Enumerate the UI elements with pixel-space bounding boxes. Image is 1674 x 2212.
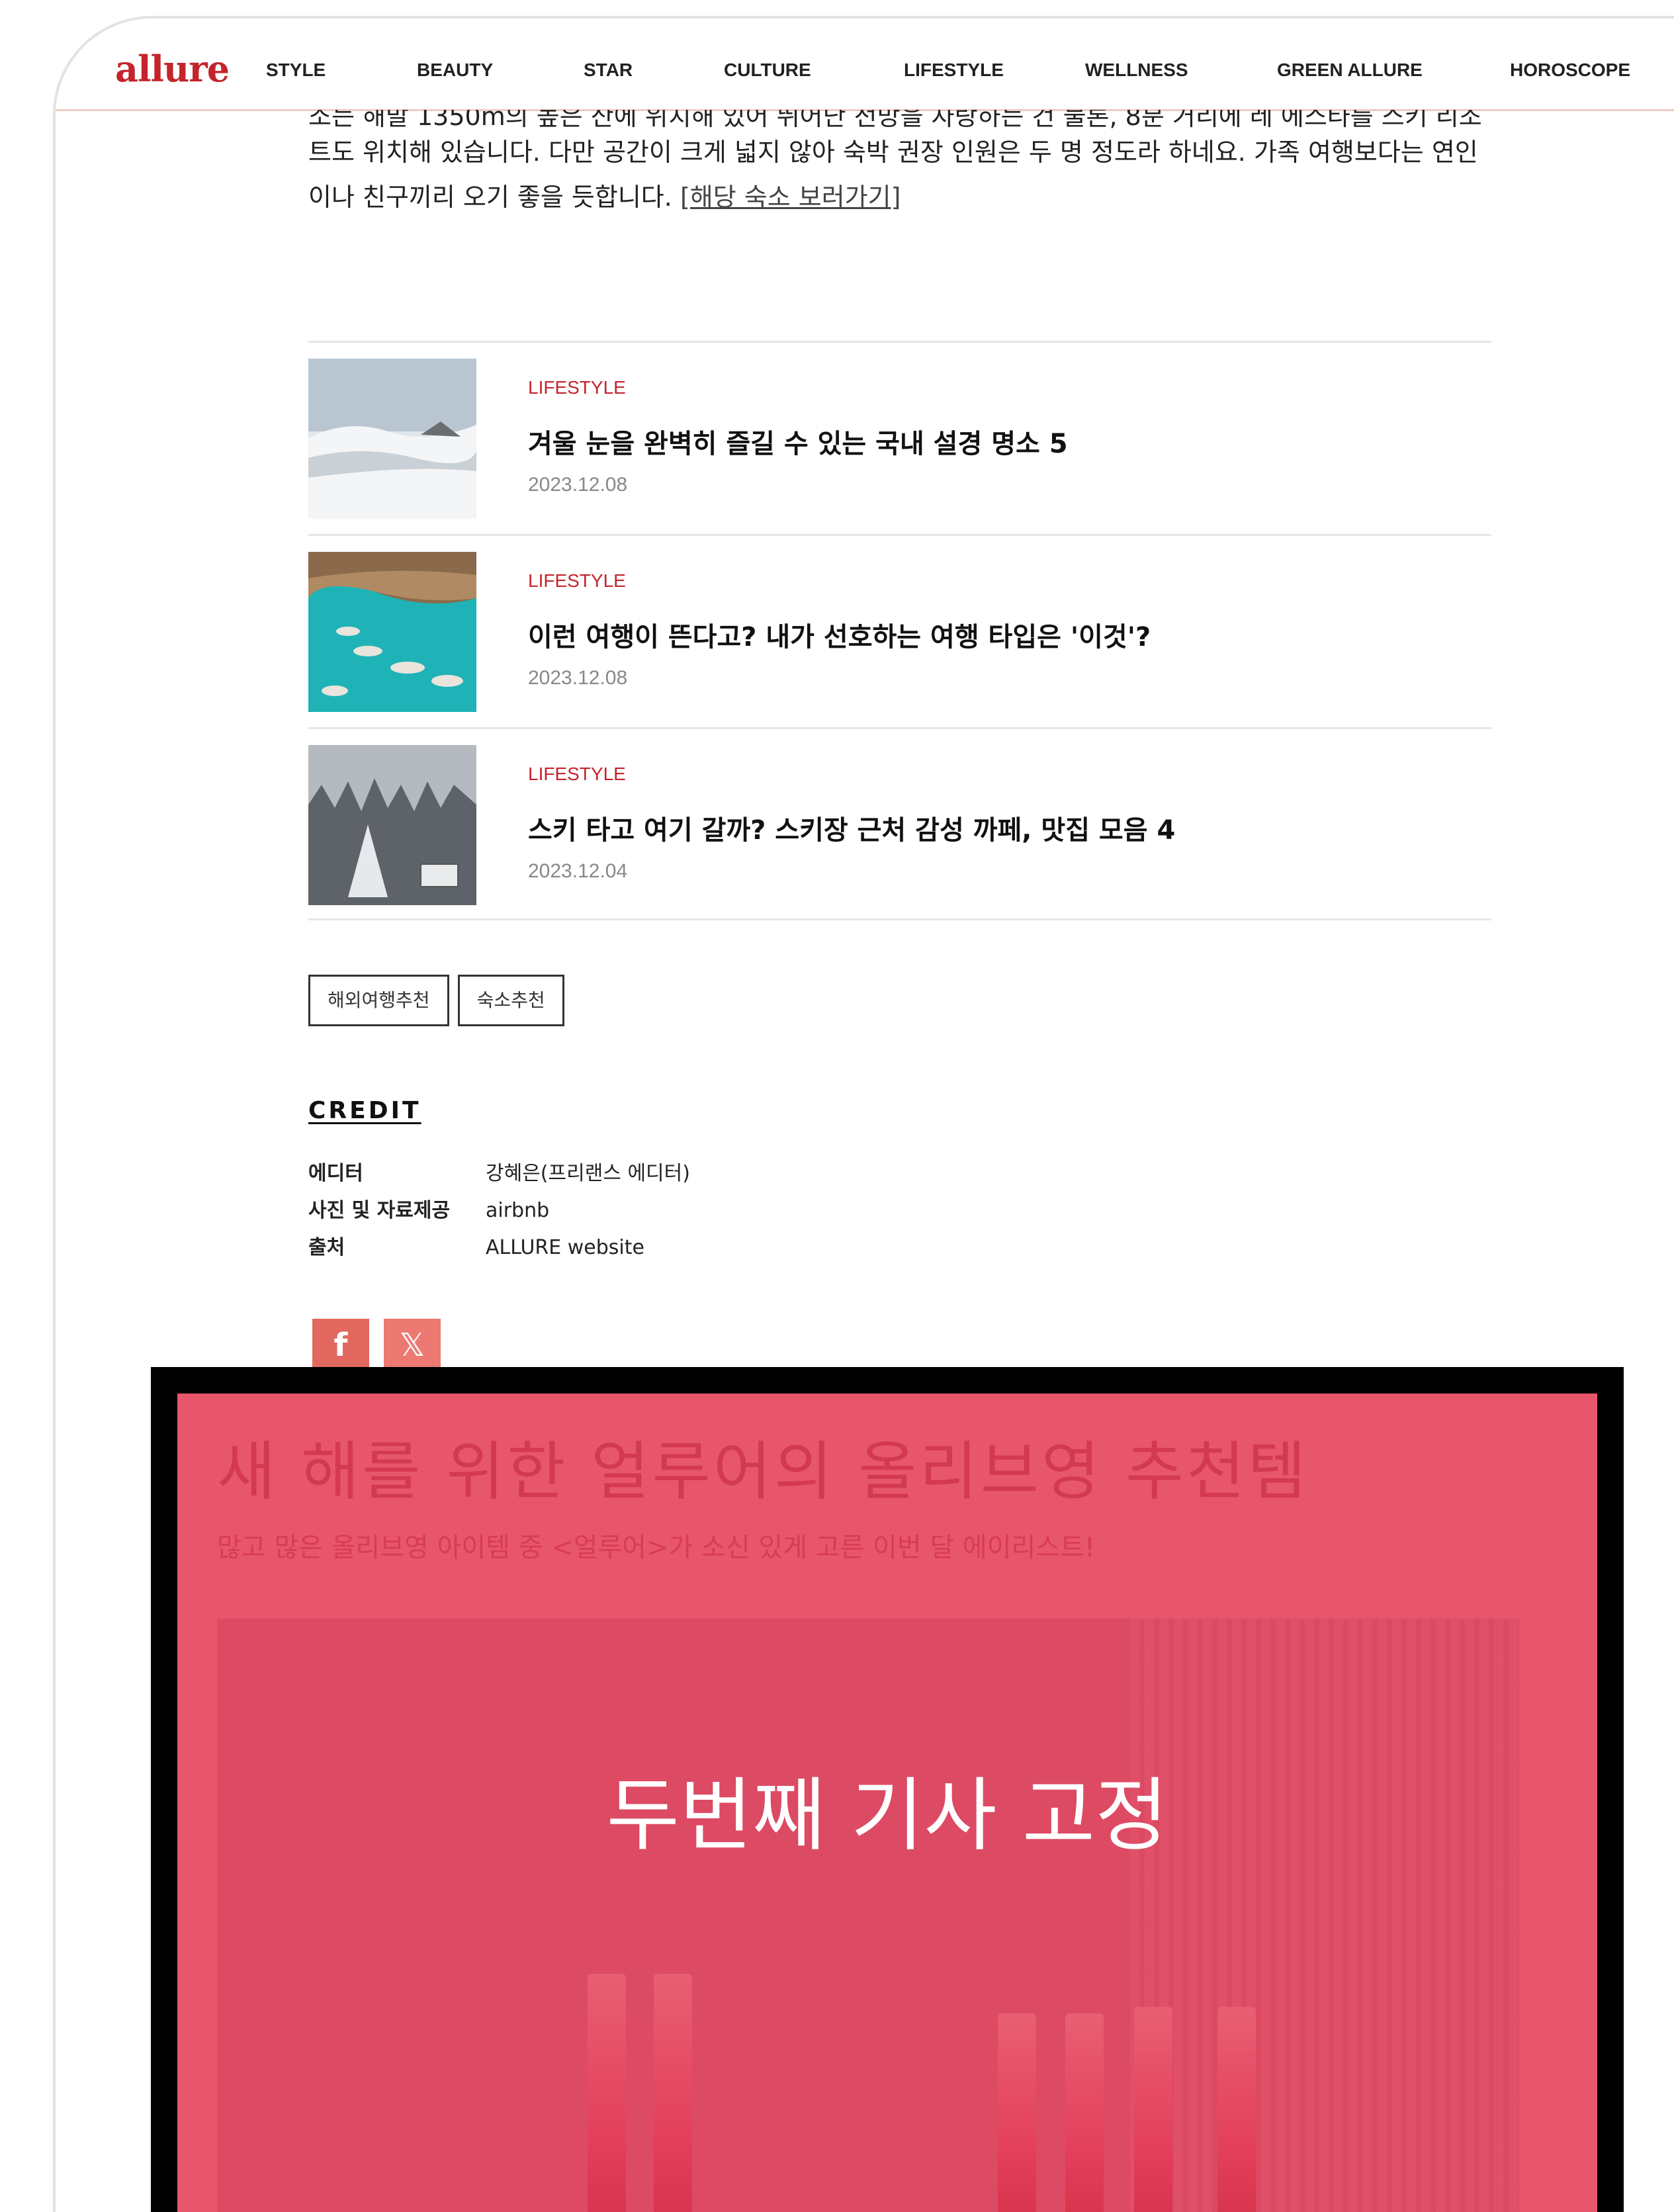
tag-accommodation[interactable]: 숙소추천 <box>457 975 564 1026</box>
overlay-article-title[interactable]: 새 해를 위한 얼루어의 올리브영 추천템 <box>217 1420 1309 1512</box>
credit-value: airbnb <box>486 1199 550 1222</box>
background-stripes <box>1130 1618 1519 2212</box>
nav-item-horoscope[interactable]: HOROSCOPE <box>1510 60 1630 81</box>
article-date: 2023.12.08 <box>528 474 628 496</box>
article-line-partial: 소는 해발 1350m의 높은 산에 위치해 있어 뛰어난 전망을 자랑하는 건… <box>308 110 1482 130</box>
tag-list: 해외여행추천 숙소추천 <box>308 975 570 1026</box>
article-title[interactable]: 이런 여행이 뜬다고? 내가 선호하는 여행 타입은 '이것'? <box>528 615 1151 654</box>
related-articles: LIFESTYLE 겨울 눈을 완벽히 즐길 수 있는 국내 설경 명소 5 2… <box>308 341 1491 920</box>
article-body: 소는 해발 1350m의 높은 산에 위치해 있어 뛰어난 전망을 자랑하는 건… <box>308 110 1552 220</box>
article-line: 트도 위치해 있습니다. 다만 공간이 크게 넓지 않아 숙박 권장 인원은 두… <box>308 138 1478 167</box>
credit-row-editor: 에디터 강혜은(프리랜스 에디터) <box>308 1157 690 1186</box>
related-article[interactable]: LIFESTYLE 스키 타고 여기 갈까? 스키장 근처 감성 까페, 맛집 … <box>308 727 1491 920</box>
article-category: LIFESTYLE <box>528 377 626 398</box>
tag-overseas-travel[interactable]: 해외여행추천 <box>308 975 449 1026</box>
credit-key: 에디터 <box>308 1162 363 1185</box>
lip-tint-product <box>588 1974 626 2212</box>
article-title[interactable]: 스키 타고 여기 갈까? 스키장 근처 감성 까페, 맛집 모음 4 <box>528 809 1175 847</box>
overlay-hero-image[interactable] <box>217 1618 1519 2212</box>
thumbnail-snowy-forest[interactable] <box>308 745 476 905</box>
credit-value: 강혜은(프리랜스 에디터) <box>486 1162 690 1185</box>
facebook-share-button[interactable]: f <box>312 1319 369 1372</box>
nav-item-green-allure[interactable]: GREEN ALLURE <box>1277 60 1423 81</box>
lip-tint-product <box>998 2013 1036 2212</box>
nav-item-wellness[interactable]: WELLNESS <box>1085 60 1188 81</box>
article-date: 2023.12.08 <box>528 667 628 689</box>
credit-row-photo: 사진 및 자료제공 airbnb <box>308 1194 549 1223</box>
lip-tint-product <box>1065 2013 1104 2212</box>
nav-item-star[interactable]: STAR <box>584 60 633 81</box>
overlay-article-subtitle: 많고 많은 올리브영 아이템 중 <얼루어>가 소신 있게 고른 이번 달 에이… <box>217 1532 1095 1563</box>
credit-row-source: 출처 ALLURE website <box>308 1231 644 1260</box>
article-category: LIFESTYLE <box>528 764 626 784</box>
pinned-article-label: 두번째 기사 고정 <box>606 1770 1168 1862</box>
facebook-icon: f <box>333 1327 348 1364</box>
allure-logo[interactable]: allure <box>115 48 230 90</box>
article-title[interactable]: 겨울 눈을 완벽히 즐길 수 있는 국내 설경 명소 5 <box>528 422 1068 461</box>
nav-item-lifestyle[interactable]: LIFESTYLE <box>904 60 1004 81</box>
overlay-content: 새 해를 위한 얼루어의 올리브영 추천템 많고 많은 올리브영 아이템 중 <… <box>177 1394 1597 2212</box>
lip-tint-product <box>1134 2007 1172 2212</box>
article-line-last: 이나 친구끼리 오기 좋을 듯합니다. [해당 숙소 보러가기] <box>308 175 1552 220</box>
related-article[interactable]: LIFESTYLE 겨울 눈을 완벽히 즐길 수 있는 국내 설경 명소 5 2… <box>308 341 1491 534</box>
thumbnail-turquoise-bay[interactable] <box>308 552 476 712</box>
accommodation-link[interactable]: [해당 숙소 보러가기] <box>680 183 901 212</box>
nav-item-beauty[interactable]: BEAUTY <box>417 60 493 81</box>
related-article[interactable]: LIFESTYLE 이런 여행이 뜬다고? 내가 선호하는 여행 타입은 '이것… <box>308 534 1491 727</box>
credit-key: 출처 <box>308 1236 345 1259</box>
thumbnail-snow-mountain[interactable] <box>308 359 476 519</box>
credit-heading: CREDIT <box>308 1097 421 1124</box>
article-category: LIFESTYLE <box>528 570 626 591</box>
pinned-article-overlay[interactable]: 새 해를 위한 얼루어의 올리브영 추천템 많고 많은 올리브영 아이템 중 <… <box>151 1367 1624 2212</box>
credit-key: 사진 및 자료제공 <box>308 1199 451 1222</box>
credit-value: ALLURE website <box>486 1236 644 1259</box>
article-date: 2023.12.04 <box>528 860 628 882</box>
nav-item-culture[interactable]: CULTURE <box>724 60 811 81</box>
x-icon: 𝕏 <box>399 1327 425 1364</box>
top-navigation: allure STYLE BEAUTY STAR CULTURE LIFESTY… <box>56 19 1674 111</box>
lip-tint-product <box>1217 2007 1256 2212</box>
article-line-text: 이나 친구끼리 오기 좋을 듯합니다. <box>308 183 672 212</box>
x-share-button[interactable]: 𝕏 <box>384 1319 441 1372</box>
nav-item-style[interactable]: STYLE <box>266 60 326 81</box>
lip-tint-product <box>654 1974 692 2212</box>
